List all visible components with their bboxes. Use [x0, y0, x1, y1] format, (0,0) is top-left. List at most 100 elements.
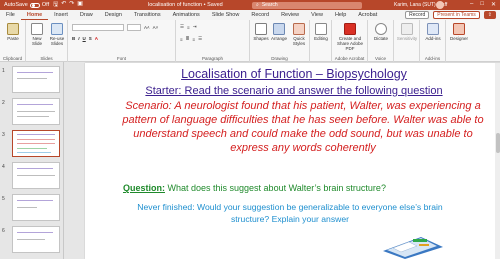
scenario-text[interactable]: Scenario: A neurologist found that his p…	[113, 99, 493, 155]
arrange-button[interactable]: Arrange	[270, 23, 288, 41]
slide-thumbnail[interactable]	[12, 194, 60, 221]
reuse-slides-button[interactable]: Re-use Slides	[47, 23, 67, 46]
thumbnail-line	[17, 139, 55, 141]
bold-icon[interactable]: B	[72, 36, 75, 41]
starter-text[interactable]: Starter: Read the scenario and answer th…	[85, 85, 500, 97]
strikethrough-icon[interactable]: S	[89, 36, 92, 41]
present-in-teams-button[interactable]: Present in Teams	[433, 11, 480, 19]
indent-icon[interactable]: ⇥	[193, 24, 197, 30]
autosave-toggle[interactable]: AutoSave Off	[4, 2, 49, 8]
pdf-icon	[344, 23, 356, 35]
thumbnail-number: 6	[2, 228, 5, 234]
align-right-icon[interactable]: ≡	[192, 37, 195, 42]
editing-button[interactable]: Editing	[312, 23, 330, 41]
bullets-icon[interactable]: ☰	[180, 24, 184, 30]
slide-thumbnails-pane: 1 2 3 4 5 6	[0, 62, 64, 259]
tab-help[interactable]: Help	[329, 11, 352, 20]
slide-thumbnail-active[interactable]	[12, 130, 60, 157]
redo-icon[interactable]: ↷	[69, 0, 74, 10]
thumbnail-number: 2	[2, 100, 5, 106]
shrink-font-icon[interactable]: A˅	[153, 25, 159, 30]
minimize-icon[interactable]: –	[470, 1, 473, 8]
font-color-icon[interactable]: A	[95, 36, 98, 41]
designer-button[interactable]: Designer	[448, 23, 470, 41]
tabs-right-actions: Record Present in Teams ⇪	[405, 11, 496, 19]
paste-button[interactable]: Paste	[2, 23, 24, 41]
close-icon[interactable]: ✕	[491, 1, 496, 8]
underline-icon[interactable]: U	[83, 36, 86, 41]
group-voice: Dictate Voice	[368, 20, 394, 62]
quick-styles-button[interactable]: Quick Styles	[289, 23, 309, 46]
vertical-scrollbar[interactable]	[495, 63, 500, 259]
shapes-button[interactable]: Shapes	[252, 23, 270, 41]
voice-label: Voice	[374, 56, 386, 61]
slide-thumbnail[interactable]	[12, 98, 60, 125]
search-box[interactable]: ⌕ Search	[252, 1, 362, 9]
undo-icon[interactable]: ↶	[61, 0, 66, 10]
italic-icon[interactable]: I	[78, 36, 79, 41]
font-row: A˄ A˅	[72, 24, 158, 31]
maximize-icon[interactable]: □	[480, 1, 484, 8]
tab-design[interactable]: Design	[99, 11, 128, 20]
tab-insert[interactable]: Insert	[48, 11, 74, 20]
tab-home[interactable]: Home	[20, 11, 49, 20]
format-row: B I U S A	[72, 36, 98, 41]
record-button[interactable]: Record	[405, 11, 430, 19]
save-icon[interactable]: 🖫	[53, 0, 58, 10]
avatar[interactable]	[436, 1, 444, 9]
tab-view[interactable]: View	[305, 11, 329, 20]
slide-canvas[interactable]: Localisation of Function – Biopsychology…	[85, 63, 500, 259]
new-slide-button[interactable]: New Slide	[28, 23, 46, 46]
slide-thumbnail[interactable]	[12, 66, 60, 93]
font-size-field[interactable]	[127, 24, 141, 31]
font-label: Font	[116, 56, 126, 61]
add-ins-button[interactable]: Add-ins	[422, 23, 444, 41]
slide-thumbnail[interactable]	[12, 226, 60, 253]
align-left-icon[interactable]: ≡	[180, 37, 183, 42]
quick-styles-icon	[293, 23, 305, 35]
thumbnail-line	[17, 200, 53, 202]
tab-slide-show[interactable]: Slide Show	[206, 11, 246, 20]
tab-transitions[interactable]: Transitions	[128, 11, 167, 20]
brain-study-illustration-icon[interactable]	[379, 221, 445, 259]
tab-review[interactable]: Review	[275, 11, 305, 20]
tab-record[interactable]: Record	[245, 11, 275, 20]
justify-icon[interactable]: ☰	[198, 36, 202, 42]
autosave-label: AutoSave	[4, 2, 28, 8]
paragraph-label: Paragraph	[201, 56, 223, 61]
acrobat-label: Adobe Acrobat	[334, 56, 365, 61]
slides-label: Slides	[40, 56, 53, 61]
group-editing: Editing	[310, 20, 332, 62]
paste-icon	[7, 23, 19, 35]
create-pdf-button[interactable]: Create and Share Adobe PDF	[334, 23, 366, 51]
slideshow-icon[interactable]: ▣	[77, 0, 83, 10]
reuse-slides-icon	[51, 23, 63, 35]
share-button[interactable]: ⇪	[483, 11, 496, 19]
thumbnail-line	[17, 152, 51, 154]
slide-thumbnail[interactable]	[12, 162, 60, 189]
thumbnail-line	[17, 78, 47, 80]
tab-draw[interactable]: Draw	[74, 11, 99, 20]
numbering-icon[interactable]: ≡	[187, 25, 190, 30]
new-slide-icon	[31, 23, 43, 35]
tab-file[interactable]: File	[0, 11, 21, 20]
tab-acrobat[interactable]: Acrobat	[352, 11, 383, 20]
thumbnail-line	[17, 168, 53, 170]
align-center-icon[interactable]: ≣	[186, 36, 190, 42]
question-body: What does this suggest about Walter’s br…	[165, 183, 386, 193]
question-label: Question:	[123, 183, 165, 193]
scrollbar-thumb[interactable]	[495, 133, 500, 153]
font-name-field[interactable]	[72, 24, 124, 31]
question-text[interactable]: Question: What does this suggest about W…	[123, 183, 386, 193]
thumbnail-line	[17, 239, 45, 241]
slide-title[interactable]: Localisation of Function – Biopsychology	[85, 67, 500, 81]
quick-access-toolbar: 🖫 ↶ ↷ ▣	[53, 0, 83, 10]
sensitivity-button[interactable]: Sensitivity	[395, 23, 419, 41]
group-slides: New Slide Re-use Slides Slides	[26, 20, 68, 62]
window-controls: – □ ✕	[470, 1, 496, 8]
grow-font-icon[interactable]: A˄	[144, 25, 150, 30]
ribbon: Paste Clipboard New Slide Re-use Slides …	[0, 20, 500, 62]
tab-animations[interactable]: Animations	[167, 11, 206, 20]
dictate-button[interactable]: Dictate	[370, 23, 392, 41]
toggle-icon[interactable]	[29, 2, 40, 8]
